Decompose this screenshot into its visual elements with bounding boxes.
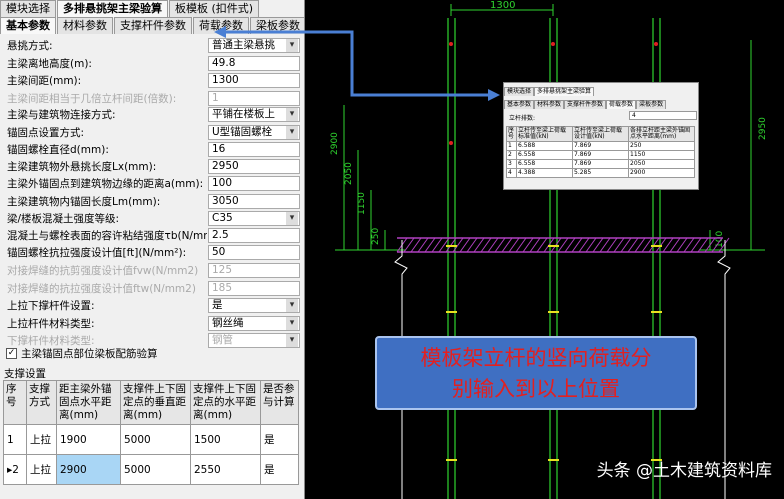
table-cell[interactable]: 7.869 [572,150,629,160]
table-cell: 1 [506,141,517,151]
table-cell[interactable]: 7.869 [572,159,629,169]
col-load-standard: 立杆传至梁上荷载标准值(kN) [516,126,573,142]
watermark-text: 头条 @土木建筑资料库 [596,461,772,481]
table-row[interactable]: 3 6.558 7.869 2050 [506,159,695,169]
dialog-tab-support[interactable]: 支撑杆件参数 [564,100,607,109]
dialog-tab-module-select[interactable]: 模块选择 [504,87,535,96]
table-cell[interactable]: 250 [628,141,695,151]
table-cell[interactable]: 2900 [628,168,695,178]
table-cell[interactable]: 7.869 [572,141,629,151]
pole-count-input[interactable]: 4 [629,111,697,120]
pointer-arrow [214,26,500,101]
annotation-callout: 模板架立杆的竖向荷载分 别输入到以上位置 [375,336,697,410]
table-cell[interactable]: 5.285 [572,168,629,178]
dialog-top-tabs: 模块选择 多排悬挑架主梁验算 [504,83,698,96]
dialog-tab-load[interactable]: 荷载参数 [606,100,637,109]
load-params-dialog: 模块选择 多排悬挑架主梁验算 基本参数 材料参数 支撑杆件参数 荷载参数 梁板参数 立杆排… [503,82,699,190]
table-cell[interactable]: 1150 [628,150,695,160]
table-cell: 2 [506,150,517,160]
table-cell[interactable]: 6.588 [516,141,573,151]
load-table: 序号 立杆传至梁上荷载标准值(kN) 立杆传至梁上荷载设计值(kN) 各排立杆距… [506,126,695,178]
dialog-tab-cantilever[interactable]: 多排悬挑架主梁验算 [534,87,595,96]
table-cell[interactable]: 2050 [628,159,695,169]
callout-line-1: 模板架立杆的竖向荷载分 [420,346,652,370]
col-load-design: 立杆传至梁上荷载设计值(kN) [572,126,629,142]
dialog-tab-basic[interactable]: 基本参数 [504,100,535,109]
table-cell[interactable]: 6.558 [516,150,573,160]
col-distance: 各排立杆距主梁外锚固点水平距离(mm) [628,126,695,142]
dialog-second-tabs: 基本参数 材料参数 支撑杆件参数 荷载参数 梁板参数 [504,96,698,109]
dialog-tab-beam-slab[interactable]: 梁板参数 [636,100,667,109]
dialog-tab-material[interactable]: 材料参数 [534,100,565,109]
table-cell[interactable]: 4.388 [516,168,573,178]
table-row[interactable]: 1 6.588 7.869 250 [506,141,695,151]
table-cell: 3 [506,159,517,169]
table-cell: 4 [506,168,517,178]
callout-line-2: 别输入到以上位置 [452,377,620,401]
table-cell[interactable]: 6.558 [516,159,573,169]
table-row[interactable]: 2 6.558 7.869 1150 [506,150,695,160]
table-row[interactable]: 4 4.388 5.285 2900 [506,168,695,178]
col-index: 序号 [506,126,517,142]
pole-count-label: 立杆排数: [509,115,536,122]
